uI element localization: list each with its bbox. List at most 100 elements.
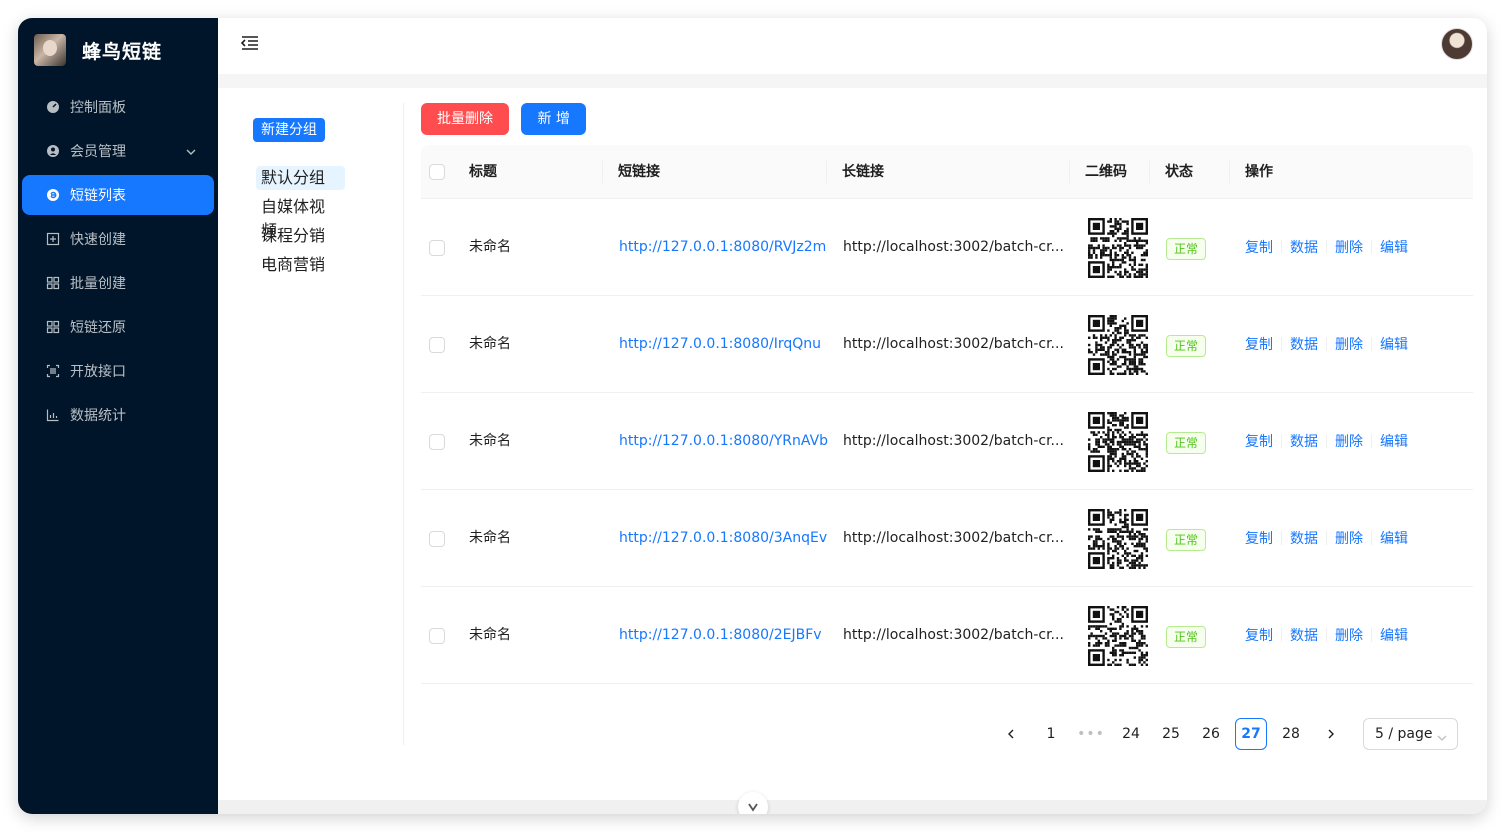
row-actions: 复制 数据 删除 编辑: [1245, 199, 1408, 295]
sidebar-item-api[interactable]: 开放接口: [22, 351, 214, 391]
plus-square-icon: [46, 232, 60, 246]
sidebar-item-batch[interactable]: 批量创建: [22, 263, 214, 303]
page-list: 1 ••• 24 25 26 27 28: [1035, 718, 1315, 750]
edit-button[interactable]: 编辑: [1380, 334, 1408, 354]
scroll-down-button[interactable]: [738, 792, 768, 814]
edit-button[interactable]: 编辑: [1380, 528, 1408, 548]
status-badge: 正常: [1166, 238, 1207, 260]
copy-button[interactable]: 复制: [1245, 431, 1273, 451]
short-link[interactable]: http://127.0.0.1:8080/YRnAVb: [619, 393, 828, 489]
data-button[interactable]: 数据: [1290, 528, 1318, 548]
qr-code[interactable]: [1088, 218, 1148, 278]
brand: 蜂鸟短链: [34, 33, 162, 67]
page-size-select[interactable]: 5 / page: [1363, 718, 1458, 750]
action-divider: [1281, 531, 1282, 545]
page-ellipsis[interactable]: •••: [1075, 718, 1107, 750]
row-actions: 复制 数据 删除 编辑: [1245, 490, 1408, 586]
sidebar-item-members[interactable]: 会员管理: [22, 131, 214, 171]
data-button[interactable]: 数据: [1290, 237, 1318, 257]
edit-button[interactable]: 编辑: [1380, 237, 1408, 257]
action-divider: [1326, 337, 1327, 351]
column-divider: [1229, 161, 1230, 183]
link-list-icon: [46, 188, 60, 202]
menu-fold-icon[interactable]: [240, 35, 259, 55]
edit-button[interactable]: 编辑: [1380, 431, 1408, 451]
action-divider: [1371, 531, 1372, 545]
column-header-actions: 操作: [1245, 164, 1273, 180]
page-item[interactable]: 1: [1035, 718, 1067, 750]
group-list: 默认分组自媒体视频 课程分销电商营销: [256, 166, 345, 282]
batch-delete-button[interactable]: 批量删除: [421, 103, 509, 135]
copy-button[interactable]: 复制: [1245, 237, 1273, 257]
action-divider: [1371, 434, 1372, 448]
short-link[interactable]: http://127.0.0.1:8080/RVJz2m: [619, 199, 826, 295]
row-checkbox[interactable]: [429, 628, 445, 644]
data-button[interactable]: 数据: [1290, 431, 1318, 451]
prev-page-icon[interactable]: [995, 718, 1027, 750]
page-item[interactable]: 26: [1195, 718, 1227, 750]
short-link[interactable]: http://127.0.0.1:8080/IrqQnu: [619, 296, 821, 392]
table-row: 未命名 http://127.0.0.1:8080/3AnqEv http://lo…: [421, 490, 1473, 587]
copy-button[interactable]: 复制: [1245, 625, 1273, 645]
chevron-down-icon: [186, 144, 196, 160]
group-item[interactable]: 自媒体视频: [256, 195, 345, 240]
row-actions: 复制 数据 删除 编辑: [1245, 587, 1408, 683]
brand-name: 蜂鸟短链: [82, 40, 163, 63]
action-divider: [1281, 628, 1282, 642]
row-checkbox[interactable]: [429, 240, 445, 256]
dashboard-icon: [46, 100, 60, 114]
short-link[interactable]: http://127.0.0.1:8080/3AnqEv: [619, 490, 827, 586]
group-item[interactable]: 电商营销: [256, 253, 345, 277]
delete-button[interactable]: 删除: [1335, 237, 1363, 257]
column-header-title: 标题: [469, 164, 497, 180]
action-divider: [1326, 240, 1327, 254]
qr-code[interactable]: [1088, 509, 1148, 569]
short-link[interactable]: http://127.0.0.1:8080/2EJBFv: [619, 587, 822, 683]
row-actions: 复制 数据 删除 编辑: [1245, 296, 1408, 392]
select-all-checkbox[interactable]: [429, 164, 445, 180]
delete-button[interactable]: 删除: [1335, 431, 1363, 451]
user-avatar[interactable]: [1441, 28, 1473, 60]
links-table: 标题 短链接 长链接 二维码 状态 操作 未命名 http://127.0.0.1…: [421, 145, 1473, 684]
sidebar-item-restore[interactable]: 短链还原: [22, 307, 214, 347]
page-item[interactable]: 28: [1275, 718, 1307, 750]
sidebar-item-quick[interactable]: 快速创建: [22, 219, 214, 259]
page-item[interactable]: 27: [1235, 718, 1267, 750]
row-checkbox[interactable]: [429, 531, 445, 547]
copy-button[interactable]: 复制: [1245, 334, 1273, 354]
long-link: http://localhost:3002/batch-cr...: [843, 627, 1064, 643]
new-group-button[interactable]: 新建分组: [253, 118, 325, 142]
table-header: 标题 短链接 长链接 二维码 状态 操作: [421, 145, 1473, 199]
qr-code[interactable]: [1088, 315, 1148, 375]
group-item[interactable]: 课程分销: [256, 224, 345, 248]
next-page-icon[interactable]: [1315, 718, 1347, 750]
long-link: http://localhost:3002/batch-cr...: [843, 433, 1064, 449]
table-row: 未命名 http://127.0.0.1:8080/IrqQnu http://lo…: [421, 296, 1473, 393]
qr-code[interactable]: [1088, 606, 1148, 666]
edit-button[interactable]: 编辑: [1380, 625, 1408, 645]
data-button[interactable]: 数据: [1290, 334, 1318, 354]
column-header-status: 状态: [1165, 164, 1193, 180]
qr-code[interactable]: [1088, 412, 1148, 472]
row-checkbox[interactable]: [429, 434, 445, 450]
data-button[interactable]: 数据: [1290, 625, 1318, 645]
delete-button[interactable]: 删除: [1335, 334, 1363, 354]
add-button[interactable]: 新 增: [521, 103, 586, 135]
page-item[interactable]: 24: [1115, 718, 1147, 750]
group-item[interactable]: 默认分组: [256, 166, 345, 190]
sidebar: 蜂鸟短链 控制面板 会员管理 短链列表 快速创建 批量创建 短链还原 开放接口 数据统计: [18, 18, 218, 814]
column-divider: [602, 161, 603, 183]
row-title: 未命名: [469, 530, 511, 546]
row-title: 未命名: [469, 433, 511, 449]
table-body: 未命名 http://127.0.0.1:8080/RVJz2m http://lo…: [421, 199, 1473, 684]
row-checkbox[interactable]: [429, 337, 445, 353]
copy-button[interactable]: 复制: [1245, 528, 1273, 548]
delete-button[interactable]: 删除: [1335, 625, 1363, 645]
delete-button[interactable]: 删除: [1335, 528, 1363, 548]
sidebar-item-links[interactable]: 短链列表: [22, 175, 214, 215]
sidebar-item-stats[interactable]: 数据统计: [22, 395, 214, 435]
sidebar-item-dashboard[interactable]: 控制面板: [22, 87, 214, 127]
restore-icon: [46, 320, 60, 334]
page-item[interactable]: 25: [1155, 718, 1187, 750]
row-title: 未命名: [469, 336, 511, 352]
